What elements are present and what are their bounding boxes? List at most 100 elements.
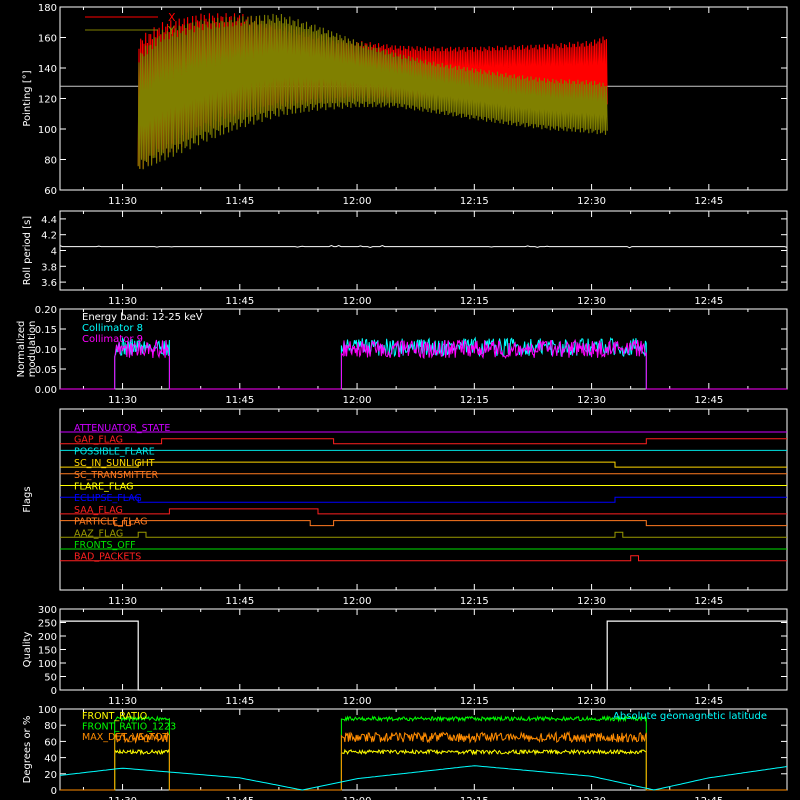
x-tick-label: 12:15 [460, 395, 489, 406]
flag-line-sc-in-sunlight [60, 461, 787, 468]
figure: 11:30 11:45 12:00 12:15 12:30 12:45 60 80 100 120… [16, 3, 788, 800]
x-tick-label: 12:30 [577, 196, 606, 207]
flag-label-saa-flag: SAA_FLAG [74, 505, 123, 516]
x-tick-label: 11:30 [108, 196, 137, 207]
flag-label-particle-flag: PARTICLE_FLAG [74, 517, 147, 528]
flag-label-sc-transmitter: SC_TRANSMITTER [74, 470, 159, 481]
x-tick-label: 12:15 [460, 596, 489, 607]
flag-label-flare-flag: FLARE_FLAG [74, 482, 134, 493]
x-tick-label: 12:00 [343, 296, 372, 307]
x-tick-label: 11:45 [225, 596, 254, 607]
legend-entry-2: FRONT_RATIO_1223 [82, 722, 176, 733]
quality-line [60, 620, 787, 691]
y-tick-label: 20 [44, 770, 57, 781]
x-tick-label: 12:45 [694, 196, 723, 207]
x-tick-label: 12:45 [694, 796, 723, 800]
x-tick-label: 11:45 [225, 696, 254, 707]
x-tick-label: 12:30 [577, 395, 606, 406]
panel-2: 11:30 11:45 12:00 12:15 12:30 12:45 3.6 3.8 4 4.2… [22, 210, 788, 307]
flag-label-aaz-flag: AAZ_FLAG [74, 528, 123, 539]
x-tick-label: 11:45 [225, 296, 254, 307]
y-tick-label: 200 [38, 632, 57, 643]
legend-entry-1: Energy band: 12-25 keV [82, 312, 203, 323]
y-tick-label: 0.15 [35, 325, 57, 336]
y-axis-label: Quality [22, 632, 33, 668]
y-tick-label: 100 [38, 659, 57, 670]
y-tick-label: 3.6 [41, 278, 57, 289]
flag-label-attenuator-state: ATTENUATOR_STATE [74, 423, 170, 434]
y-tick-label: 50 [44, 673, 57, 684]
y-tick-label: 60 [44, 186, 57, 197]
y-tick-label: 0 [51, 686, 57, 697]
y-tick-label: 0.05 [35, 365, 57, 376]
x-tick-label: 12:00 [343, 196, 372, 207]
x-tick-label: 12:00 [343, 596, 372, 607]
x-tick-label: 12:15 [460, 296, 489, 307]
series-max-det-vs-tot-line [60, 730, 787, 791]
y-tick-label: 150 [38, 646, 57, 657]
y-tick-label: 0.10 [35, 345, 57, 356]
legend-entry-2: Collimator 8 [82, 323, 143, 334]
flag-line-bad-packets [60, 555, 787, 562]
y-axis-label: Degrees or % [22, 716, 33, 784]
roll-period-line [59, 245, 788, 249]
y-axis-label: Roll period [s] [22, 216, 33, 285]
flag-label-sc-in-sunlight: SC_IN_SUNLIGHT [74, 458, 155, 469]
flag-line-particle-flag [60, 520, 787, 527]
panel-1: 11:30 11:45 12:00 12:15 12:30 12:45 60 80 100 120… [22, 3, 788, 207]
x-tick-label: 12:15 [460, 796, 489, 800]
y-tick-label: 0 [51, 786, 57, 797]
x-tick-label: 11:30 [108, 796, 137, 800]
y-tick-label: 4.2 [41, 231, 57, 242]
legend-entry-3: Collimator 9 [82, 334, 143, 345]
flag-line-aaz-flag [60, 531, 787, 538]
y-tick-label: 4.4 [41, 215, 57, 226]
x-tick-label: 12:30 [577, 296, 606, 307]
flag-label-bad-packets: BAD_PACKETS [74, 552, 141, 563]
x-tick-label: 12:00 [343, 796, 372, 800]
legend-entry-y: Y [167, 24, 175, 37]
legend-entry-x: X [168, 11, 176, 24]
y-tick-label: 250 [38, 619, 57, 630]
panel-4: 11:30 11:45 12:00 12:15 12:30 12:45 Flags ATTEN… [22, 408, 788, 607]
y-tick-label: 160 [38, 34, 57, 45]
flag-line-saa-flag [60, 508, 787, 515]
legend-entry-3: MAX_DET_VS_TOT [82, 732, 168, 743]
flag-label-fronts-off: FRONTS_OFF [74, 540, 136, 551]
x-tick-label: 11:30 [108, 296, 137, 307]
x-tick-label: 11:45 [225, 196, 254, 207]
y-tick-label: 60 [44, 737, 57, 748]
x-tick-label: 12:45 [694, 395, 723, 406]
x-tick-label: 12:00 [343, 696, 372, 707]
y-axis-label: Flags [22, 486, 33, 512]
y-tick-label: 100 [38, 125, 57, 136]
flag-label-possible-flare: POSSIBLE_FLARE [74, 446, 155, 457]
y-axis-label: Pointing [°] [22, 70, 33, 126]
axes-frame [59, 210, 788, 291]
y-tick-label: 100 [38, 705, 57, 716]
y-axis-label-line1: Normalized [16, 321, 27, 378]
y-tick-label: 0.00 [35, 385, 57, 396]
panel-3: 11:30 11:45 12:00 12:15 12:30 12:45 0.00 0.05 0.… [16, 305, 788, 406]
flag-line-gap-flag [60, 438, 787, 445]
flag-label-eclipse-flag: ECLIPSE_FLAG [74, 493, 142, 504]
y-tick-label: 3.8 [41, 262, 57, 273]
y-tick-label: 4 [51, 247, 57, 258]
y-tick-label: 80 [44, 156, 57, 167]
x-tick-label: 12:00 [343, 395, 372, 406]
y-tick-label: 180 [38, 3, 57, 14]
x-tick-label: 11:30 [108, 395, 137, 406]
x-tick-label: 12:45 [694, 296, 723, 307]
y-axis-label-line2: modulation [27, 321, 38, 378]
flag-label-gap-flag: GAP_FLAG [74, 435, 123, 446]
flag-line-eclipse-flag [60, 496, 787, 503]
x-tick-label: 12:30 [577, 696, 606, 707]
x-tick-label: 11:45 [225, 395, 254, 406]
y-tick-label: 140 [38, 64, 57, 75]
y-tick-label: 80 [44, 721, 57, 732]
y-tick-label: 120 [38, 95, 57, 106]
x-tick-label: 12:15 [460, 696, 489, 707]
x-tick-label: 11:30 [108, 696, 137, 707]
x-tick-label: 11:30 [108, 596, 137, 607]
x-tick-label: 12:15 [460, 196, 489, 207]
